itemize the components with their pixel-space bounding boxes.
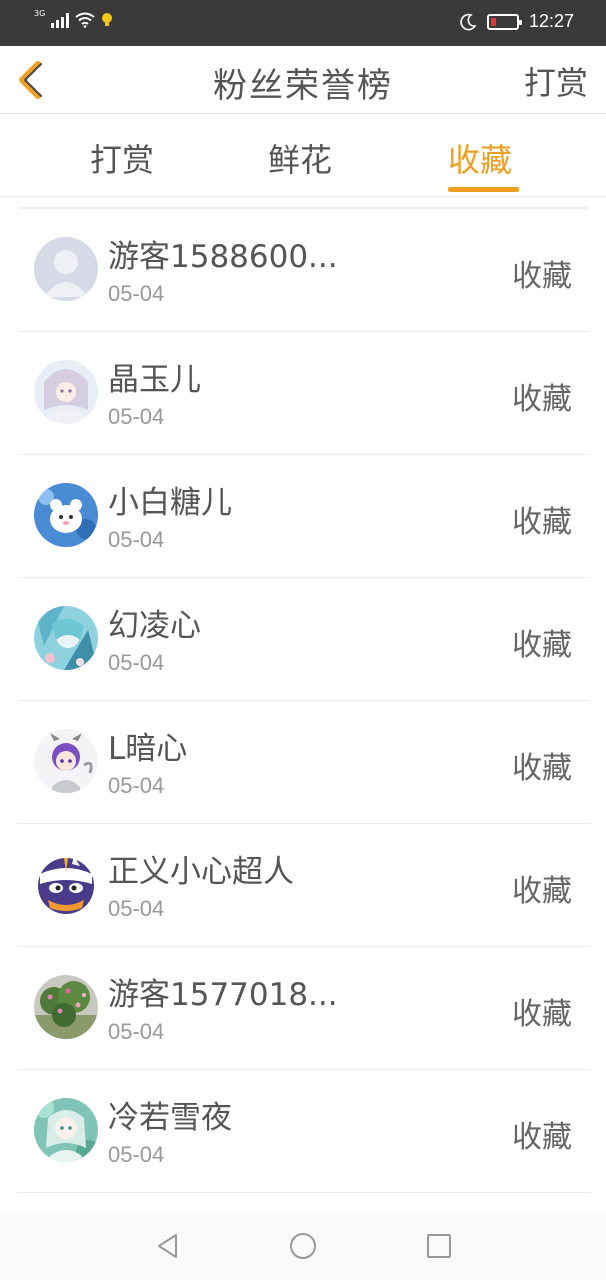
list-item[interactable]: 游客1577018... 05-04 收藏 [18, 947, 590, 1070]
tab-reward[interactable]: 打赏 [90, 135, 154, 181]
flower-photo-avatar [34, 975, 98, 1039]
fan-name: 小白糖儿 [108, 485, 232, 521]
list-item[interactable]: 正义小心超人 05-04 收藏 [18, 824, 590, 947]
fan-action: 收藏 [512, 382, 572, 417]
fan-action: 收藏 [512, 1120, 572, 1155]
anime-blue-avatar [34, 606, 98, 670]
triangle-back-icon[interactable] [152, 1230, 184, 1262]
fan-name: 冷若雪夜 [108, 1100, 232, 1136]
circle-home-icon[interactable] [287, 1230, 319, 1262]
fan-date: 05-04 [108, 650, 165, 675]
fan-list: 游客1588600... 05-04 收藏 晶玉儿 05-04 收藏 小白糖儿 … [18, 209, 590, 1193]
battery-icon [486, 13, 522, 30]
fan-name: L暗心 [108, 731, 188, 767]
fan-action: 收藏 [512, 259, 572, 294]
status-right: 12:27 [459, 11, 574, 32]
wifi-icon [75, 12, 95, 28]
header: 粉丝荣誉榜 打赏 [0, 46, 606, 114]
fan-date: 05-04 [108, 281, 165, 306]
tab-flowers[interactable]: 鲜花 [268, 135, 332, 181]
fan-date: 05-04 [108, 773, 165, 798]
page-title: 粉丝荣誉榜 [213, 66, 393, 106]
fan-name: 正义小心超人 [108, 854, 294, 890]
clock: 12:27 [528, 11, 574, 31]
status-bar: 3G 12:27 [0, 0, 606, 46]
purple-hair-chibi-avatar [34, 729, 98, 793]
fan-action: 收藏 [512, 997, 572, 1032]
fan-action: 收藏 [512, 628, 572, 663]
notification-bulb-icon [102, 13, 113, 26]
fan-date: 05-04 [108, 1142, 165, 1167]
fan-date: 05-04 [108, 404, 165, 429]
list-item[interactable]: 晶玉儿 05-04 收藏 [18, 332, 590, 455]
fan-action: 收藏 [512, 874, 572, 909]
list-item[interactable]: L暗心 05-04 收藏 [18, 701, 590, 824]
anime-teal-avatar [34, 1098, 98, 1162]
list-item[interactable]: 小白糖儿 05-04 收藏 [18, 455, 590, 578]
list-item[interactable]: 幻凌心 05-04 收藏 [18, 578, 590, 701]
square-recent-icon[interactable] [423, 1230, 455, 1262]
fan-date: 05-04 [108, 527, 165, 552]
reward-button[interactable]: 打赏 [524, 58, 588, 104]
tab-bar: 打赏 鲜花 收藏 [0, 115, 606, 197]
moon-icon [460, 13, 477, 30]
system-nav-bar [0, 1212, 606, 1280]
fan-action: 收藏 [512, 505, 572, 540]
status-left: 3G [34, 9, 113, 28]
default-avatar [34, 237, 98, 301]
fan-date: 05-04 [108, 896, 165, 921]
active-tab-indicator [448, 187, 519, 192]
list-item[interactable]: 冷若雪夜 05-04 收藏 [18, 1070, 590, 1193]
signal-icon [51, 12, 70, 28]
fan-action: 收藏 [512, 751, 572, 786]
fan-name: 晶玉儿 [108, 362, 201, 398]
fan-name: 幻凌心 [108, 608, 201, 644]
tab-favorites[interactable]: 收藏 [448, 135, 512, 181]
fan-name: 游客1588600... [108, 239, 338, 275]
masked-hero-avatar [34, 852, 98, 916]
white-cat-avatar [34, 483, 98, 547]
network-type: 3G [34, 9, 46, 18]
anime-girl-avatar [34, 360, 98, 424]
list-item[interactable]: 游客1588600... 05-04 收藏 [18, 209, 590, 332]
fan-name: 游客1577018... [108, 977, 338, 1013]
fan-date: 05-04 [108, 1019, 165, 1044]
